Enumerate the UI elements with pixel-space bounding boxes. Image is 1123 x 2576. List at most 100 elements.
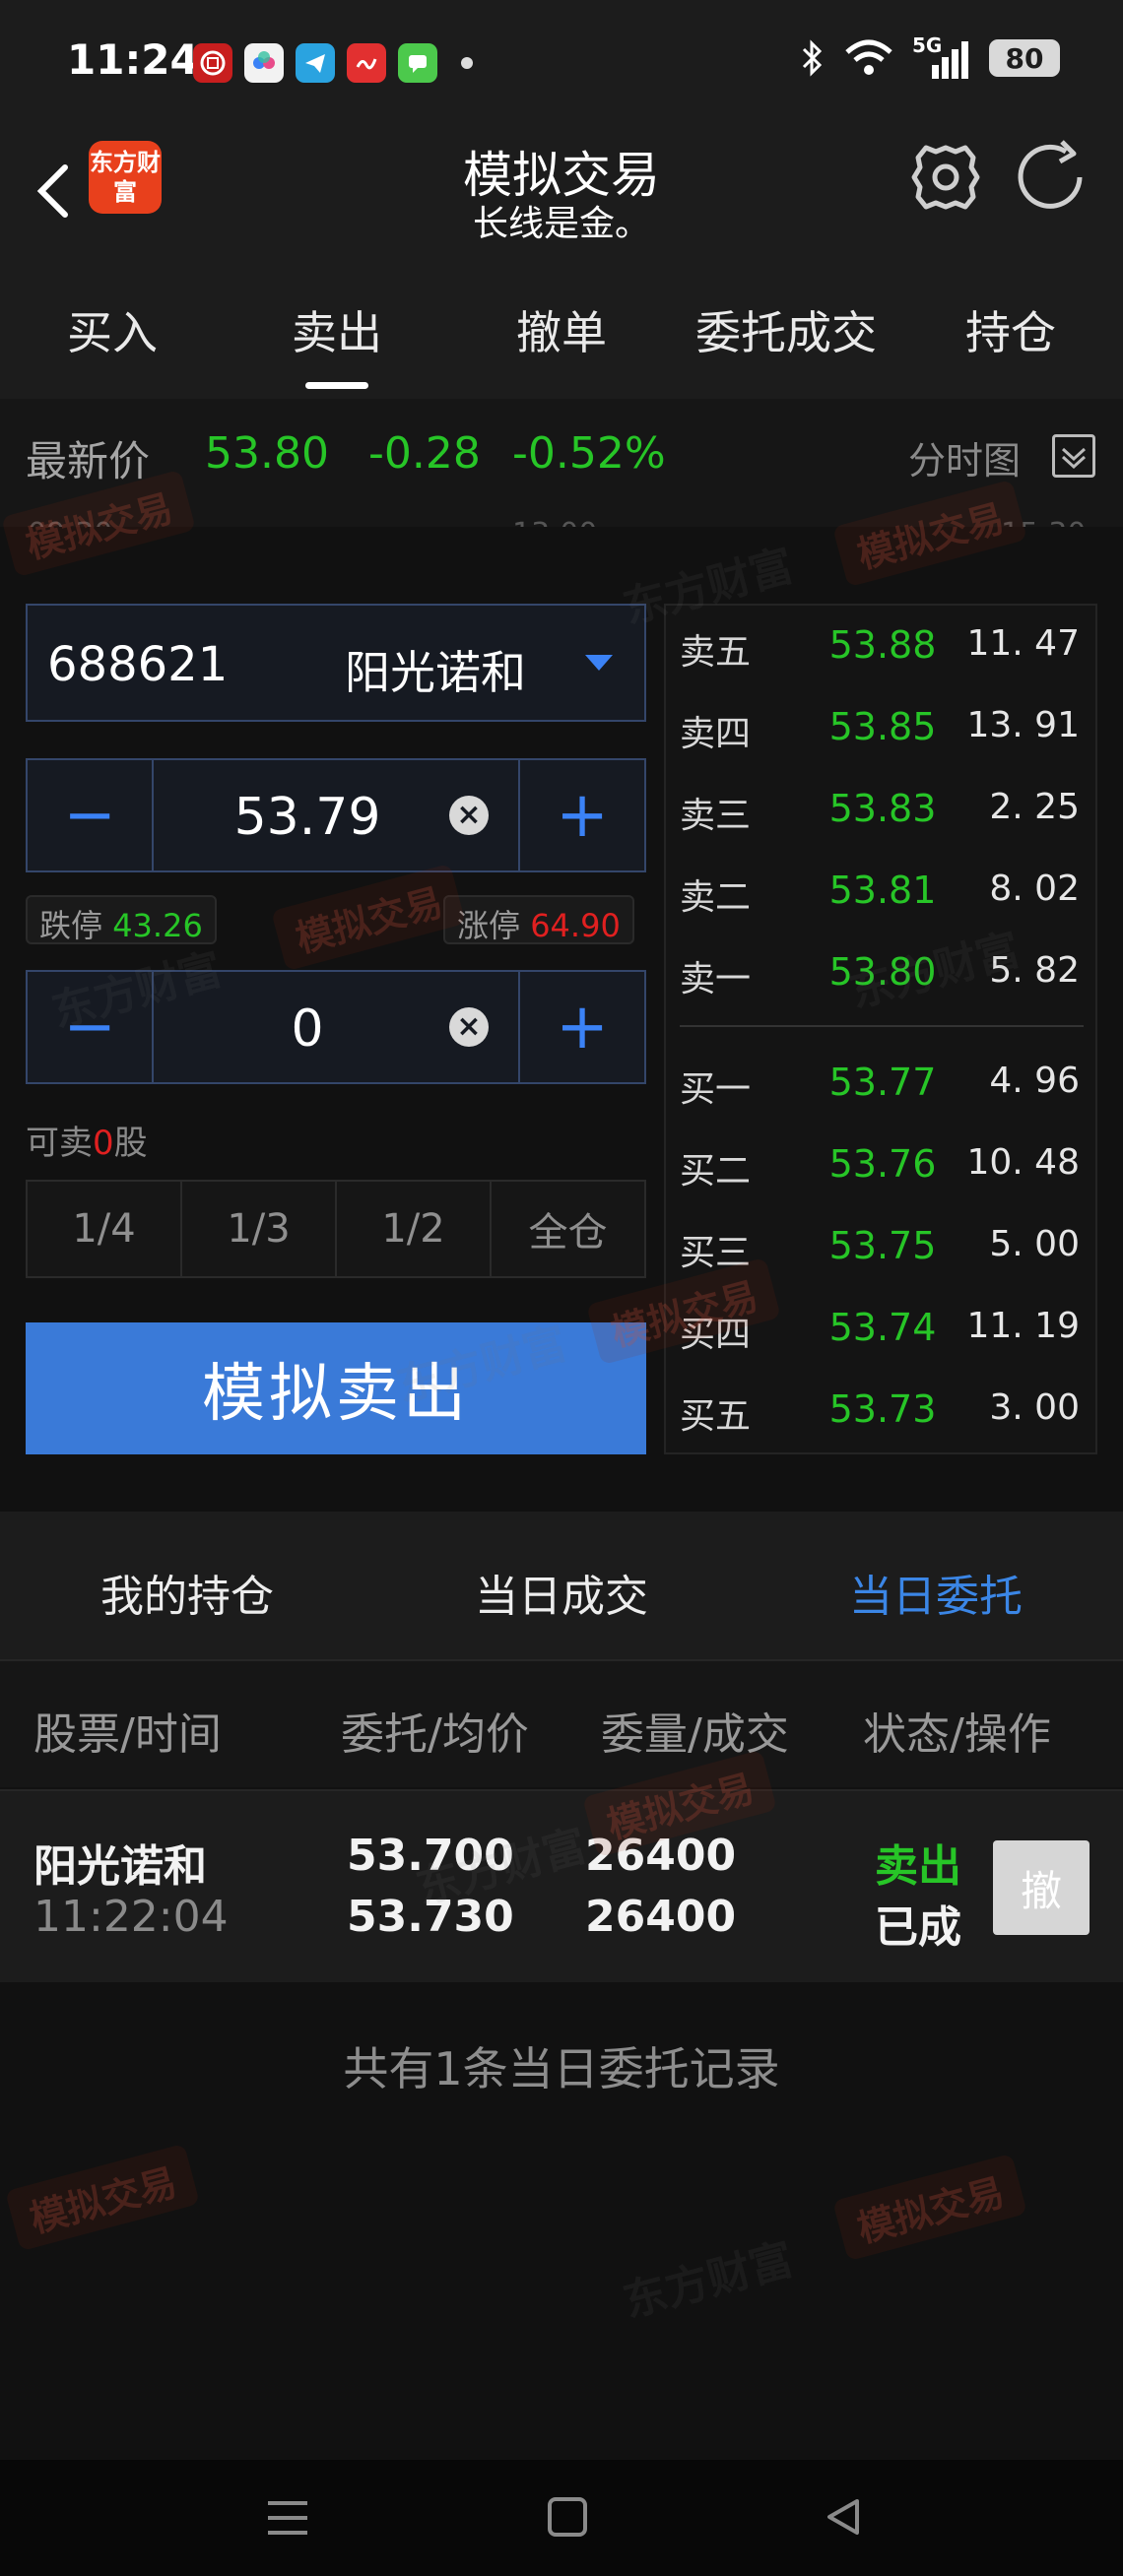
quantity-stepper: − 0 × + <box>26 970 646 1084</box>
ask-volume: 8. 02 <box>989 869 1080 909</box>
row-order-price: 53.700 <box>347 1831 514 1881</box>
quantity-input[interactable]: 0 <box>156 999 459 1059</box>
tab-today-orders[interactable]: 当日委托 <box>749 1512 1123 1659</box>
status-right: 5G 80 <box>798 33 1060 79</box>
price-bar: 最新价 53.80 -0.28 -0.52% 分时图 09:30 13:00 1… <box>0 399 1123 551</box>
available-suffix: 股 <box>113 1124 148 1163</box>
row-avg-price: 53.730 <box>347 1892 514 1942</box>
ask-row: 卖三 53.83 2. 25 <box>666 769 1095 850</box>
message-app-icon <box>398 43 437 83</box>
red-app-icon <box>347 43 386 83</box>
records-tabs: 我的持仓 当日成交 当日委托 <box>0 1512 1123 1659</box>
ask-price[interactable]: 53.83 <box>814 787 952 830</box>
row-stock-name: 阳光诺和 <box>33 1841 207 1892</box>
back-triangle-icon[interactable] <box>822 2495 865 2539</box>
limit-down-value: 43.26 <box>112 907 203 944</box>
ask-price[interactable]: 53.85 <box>814 705 952 748</box>
bid-row: 买五 53.73 3. 00 <box>666 1370 1095 1450</box>
price-stepper: − 53.79 × + <box>26 758 646 872</box>
bid-price[interactable]: 53.74 <box>814 1306 952 1349</box>
app-header: 东方财富 模拟交易 长线是金。 <box>0 128 1123 266</box>
half-position-button[interactable]: 1/2 <box>337 1182 492 1276</box>
bid-label: 买三 <box>680 1233 752 1273</box>
available-number: 0 <box>93 1124 114 1163</box>
ask-volume: 5. 82 <box>989 950 1080 991</box>
dropdown-triangle-icon[interactable] <box>585 655 613 671</box>
network-type: 5G <box>912 33 943 57</box>
latest-price: 53.80 <box>205 428 329 479</box>
ask-label: 卖四 <box>680 714 752 754</box>
stock-selector[interactable]: 688621 阳光诺和 <box>26 604 646 722</box>
quick-ratio-buttons: 1/4 1/3 1/2 全仓 <box>26 1180 646 1278</box>
record-count: 共有1条当日委托记录 <box>343 2042 780 2095</box>
price-input[interactable]: 53.79 <box>156 788 459 847</box>
tab-my-positions[interactable]: 我的持仓 <box>0 1512 374 1659</box>
tab-cancel[interactable]: 撤单 <box>449 266 674 399</box>
gear-icon[interactable] <box>906 138 985 217</box>
row-side: 卖出 <box>875 1841 961 1892</box>
trade-form-area: 688621 阳光诺和 − 53.79 × + 跌停 43.26 涨停 64.9… <box>0 527 1123 1477</box>
column-status-action: 状态/操作 <box>863 1709 1051 1760</box>
simulated-sell-button[interactable]: 模拟卖出 <box>26 1322 646 1454</box>
available-prefix: 可卖 <box>26 1124 93 1163</box>
records-area: 我的持仓 当日成交 当日委托 股票/时间 委托/均价 委量/成交 状态/操作 阳… <box>0 1512 1123 2467</box>
stock-code: 688621 <box>47 637 229 692</box>
stock-name: 阳光诺和 <box>345 646 526 699</box>
row-order-qty: 26400 <box>585 1831 737 1881</box>
bid-label: 买四 <box>680 1315 752 1355</box>
price-plus-button[interactable]: + <box>518 760 644 870</box>
tab-buy[interactable]: 买入 <box>0 266 225 399</box>
battery-indicator: 80 <box>989 39 1060 77</box>
ask-price[interactable]: 53.80 <box>814 950 952 994</box>
orders-table-header: 股票/时间 委托/均价 委量/成交 状态/操作 <box>0 1659 1123 1787</box>
bid-row: 买二 53.76 10. 48 <box>666 1125 1095 1205</box>
column-stock-time: 股票/时间 <box>33 1709 222 1760</box>
cloud-app-icon <box>244 43 284 83</box>
home-icon[interactable] <box>548 2497 587 2537</box>
quantity-minus-button[interactable]: − <box>28 972 154 1082</box>
cancel-order-button[interactable]: 撤 <box>993 1840 1090 1935</box>
bid-volume: 4. 96 <box>989 1061 1080 1101</box>
intraday-chart-label[interactable]: 分时图 <box>908 430 1021 484</box>
ask-price[interactable]: 53.81 <box>814 869 952 912</box>
row-filled-qty: 26400 <box>585 1892 737 1942</box>
limit-down-badge: 跌停 43.26 <box>26 895 217 944</box>
ask-price[interactable]: 53.88 <box>814 623 952 667</box>
tab-positions[interactable]: 持仓 <box>898 266 1123 399</box>
page: 11:24 5G 80 东方财富 模拟交易 长线是金。 买入 卖出 撤单 委托成… <box>0 0 1123 2576</box>
bid-price[interactable]: 53.77 <box>814 1061 952 1104</box>
telegram-app-icon <box>296 43 335 83</box>
limit-down-label: 跌停 <box>39 907 103 944</box>
order-book: 卖五 53.88 11. 47 卖四 53.85 13. 91 卖三 53.83… <box>664 604 1097 1454</box>
ask-row: 卖二 53.81 8. 02 <box>666 851 1095 932</box>
price-minus-button[interactable]: − <box>28 760 154 870</box>
ask-label: 卖五 <box>680 632 752 673</box>
bid-row: 买四 53.74 11. 19 <box>666 1288 1095 1369</box>
quantity-clear-icon[interactable]: × <box>449 1007 489 1047</box>
tab-sell[interactable]: 卖出 <box>225 266 449 399</box>
bid-volume: 5. 00 <box>989 1224 1080 1264</box>
bid-price[interactable]: 53.75 <box>814 1224 952 1267</box>
bid-price[interactable]: 53.73 <box>814 1387 952 1431</box>
price-clear-icon[interactable]: × <box>449 796 489 835</box>
menu-icon[interactable] <box>266 2499 309 2537</box>
status-app-icons <box>193 43 473 83</box>
available-to-sell: 可卖0股 <box>26 1116 148 1164</box>
quantity-plus-button[interactable]: + <box>518 972 644 1082</box>
table-row[interactable]: 阳光诺和 11:22:04 53.700 53.730 26400 26400 … <box>0 1789 1123 1982</box>
tab-today-trades[interactable]: 当日成交 <box>374 1512 749 1659</box>
bid-label: 买一 <box>680 1069 752 1110</box>
full-position-button[interactable]: 全仓 <box>492 1182 644 1276</box>
column-qty-filled: 委量/成交 <box>601 1709 789 1760</box>
ask-label: 卖一 <box>680 959 752 999</box>
column-order-avg: 委托/均价 <box>341 1709 529 1760</box>
ask-volume: 11. 47 <box>966 623 1080 664</box>
bid-price[interactable]: 53.76 <box>814 1142 952 1186</box>
refresh-icon[interactable] <box>1011 138 1093 217</box>
third-position-button[interactable]: 1/3 <box>182 1182 337 1276</box>
tab-orders[interactable]: 委托成交 <box>674 266 898 399</box>
bid-row: 买一 53.77 4. 96 <box>666 1043 1095 1124</box>
quarter-position-button[interactable]: 1/4 <box>28 1182 182 1276</box>
chevron-down-icon[interactable] <box>1052 434 1095 478</box>
limit-up-label: 涨停 <box>457 907 521 944</box>
